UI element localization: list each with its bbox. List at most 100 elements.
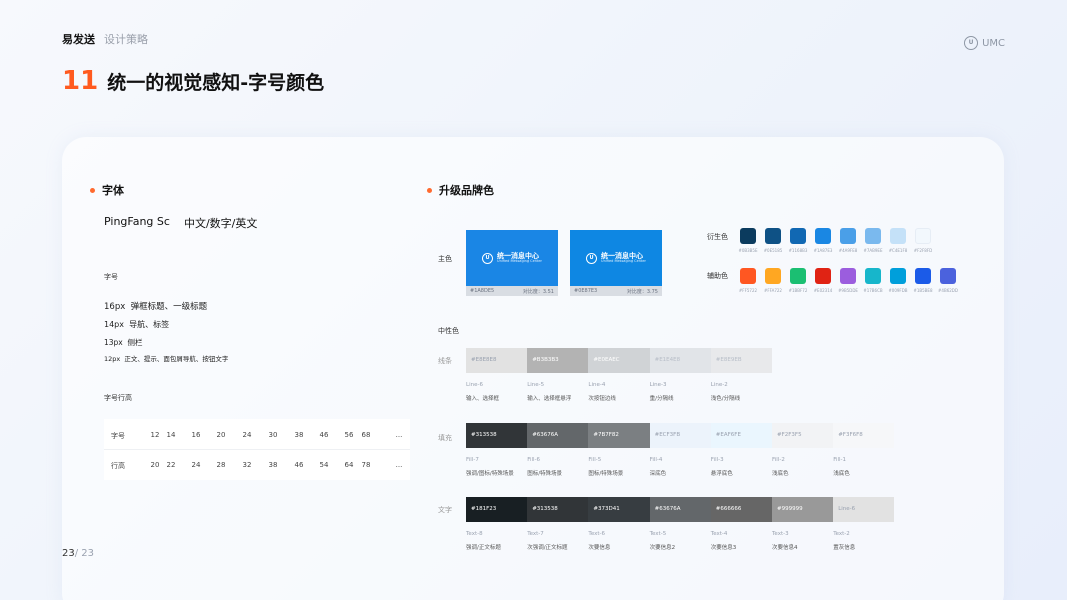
card-contrast: 对比度：3.75: [626, 288, 658, 295]
header-breadcrumb: 易发送 设计策略: [62, 31, 148, 47]
logo-text-group: 统一消息中心 Unified Messaging Center: [497, 252, 542, 264]
table-cell: 14: [166, 431, 176, 439]
neutral-cell: #ECF3FB: [649, 423, 711, 448]
table-cell: 22: [166, 461, 176, 469]
color-swatch: [890, 228, 906, 244]
neutral-cell: #666666: [710, 497, 772, 522]
title-number: 11: [62, 66, 99, 96]
card-logo-area: U 统一消息中心 Unified Messaging Center: [570, 230, 662, 286]
neutral-use: 次强调/正文标题: [527, 545, 568, 551]
table-cell: 64: [344, 461, 354, 469]
table-cell: 30: [268, 431, 278, 439]
main-color-card: U 统一消息中心 Unified Messaging Center #1A8DE5 对比…: [466, 230, 558, 296]
neutral-use: 浅色/分隔线: [710, 396, 741, 402]
page-indicator: 23/ 23: [62, 548, 94, 559]
neutral-cell: #373D41: [588, 497, 650, 522]
neutral-name: Fill-1: [833, 457, 847, 463]
neutral-use: 置灰信息: [833, 545, 856, 551]
neutral-use: 输入、选择框: [466, 396, 500, 402]
main-color-label: 主色: [438, 255, 452, 263]
umc-logo-text: UMC: [982, 37, 1005, 49]
color-swatch: [890, 268, 906, 284]
swatch-hex: #0B3B5E: [738, 248, 758, 253]
color-swatch: [740, 228, 756, 244]
neutral-color-label: 中性色: [438, 327, 459, 335]
table-cell: 68: [361, 431, 371, 439]
neutral-use: 深底色: [649, 471, 667, 477]
brand-section-label: 升级品牌色: [439, 184, 494, 197]
line-height-label: 字号行高: [104, 394, 132, 402]
neutral-cell: #B3B3B3: [527, 348, 589, 373]
neutral-name: Text-2: [833, 531, 850, 537]
neutral-cell: #313538: [466, 423, 528, 448]
neutral-use: 次要信息3: [710, 545, 737, 551]
table-cell: 46: [294, 461, 304, 469]
table-cell: 32: [242, 461, 252, 469]
font-size-label: 字号: [104, 273, 118, 281]
color-swatch: [840, 228, 856, 244]
swatch-hex: #4A9FE8: [838, 248, 858, 253]
card-contrast: 对比度：3.51: [522, 288, 554, 295]
table-cell: 12: [150, 431, 160, 439]
logo-text-group: 统一消息中心 Unified Messaging Center: [601, 252, 646, 264]
swatch-hex: #17B6CB: [863, 288, 883, 293]
neutral-name: Fill-2: [772, 457, 785, 463]
neutral-cell: #313538: [527, 497, 589, 522]
main-color-card: U 统一消息中心 Unified Messaging Center #0E87E3 对比…: [570, 230, 662, 296]
neutral-use: 次要信息4: [772, 545, 798, 551]
swatch-hex: #1BBF72: [788, 288, 808, 293]
neutral-name: Text-3: [772, 531, 789, 537]
swatch-hex: #F2F8FD: [913, 248, 933, 253]
neutral-cell: #181F23: [466, 497, 528, 522]
neutral-use: 图标/特殊场景: [527, 471, 563, 477]
color-swatch: [865, 228, 881, 244]
logo-mark-icon: U: [586, 252, 598, 264]
row-label: 行高: [111, 462, 125, 470]
font-size-item: 16px 弹框标题、一级标题: [104, 302, 208, 312]
title-text: 统一的视觉感知-字号颜色: [107, 72, 325, 94]
neutral-name: Fill-4: [649, 457, 663, 463]
neutral-cell: #7B7F82: [588, 423, 650, 448]
text-group-label: 文字: [438, 506, 452, 514]
neutral-name: Line-2: [710, 382, 728, 388]
bullet-dot-icon: [427, 187, 432, 193]
swatch-hex: #C4E1F8: [888, 248, 908, 253]
color-swatch: [740, 268, 756, 284]
umc-logo: U UMC: [964, 36, 1005, 50]
font-size-item: 12px 正文、提示、面包屑导航、按钮文字: [104, 355, 229, 363]
table-cell: 16: [191, 431, 201, 439]
neutral-name: Line-5: [527, 382, 545, 388]
table-cell: ...: [395, 461, 403, 469]
neutral-use: 浅底色: [772, 471, 789, 477]
neutral-cell: #63676A: [649, 497, 711, 522]
font-family: PingFang Sc 中文/数字/英文: [104, 215, 257, 231]
color-swatch: [815, 228, 831, 244]
umc-logo-icon: U: [964, 36, 979, 50]
neutral-cell: #E8E9EB: [710, 348, 772, 373]
swatch-hex: #1A87E3: [813, 248, 833, 253]
neutral-cell: #E0EAEC: [588, 348, 650, 373]
row-label: 字号: [111, 432, 125, 440]
neutral-use: 输入、选择框悬浮: [527, 396, 572, 402]
font-scripts: 中文/数字/英文: [183, 217, 258, 230]
swatch-hex: #1168B3: [788, 248, 808, 253]
neutral-use: 次要信息: [588, 545, 611, 551]
neutral-use: 次按钮边线: [588, 396, 616, 402]
neutral-name: Fill-7: [466, 457, 479, 463]
page-title: 11 统一的视觉感知-字号颜色: [62, 66, 324, 96]
color-swatch: [915, 228, 931, 244]
swatch-hex: #FF5722: [738, 288, 758, 293]
swatch-hex: #E02314: [813, 288, 833, 293]
neutral-name: Text-6: [588, 531, 605, 537]
swatch-hex: #009FDB: [888, 288, 908, 293]
card-footer: #0E87E3 对比度：3.75: [570, 286, 662, 296]
card-footer: #1A8DE5 对比度：3.51: [466, 286, 558, 296]
aux-color-label: 辅助色: [707, 272, 728, 280]
neutral-use: 强调/图标/特殊场景: [466, 471, 514, 477]
color-swatch: [815, 268, 831, 284]
table-cell: ...: [395, 431, 403, 439]
neutral-name: Fill-3: [710, 457, 724, 463]
page-total: / 23: [74, 548, 95, 559]
color-swatch: [790, 268, 806, 284]
neutral-name: Fill-6: [527, 457, 541, 463]
